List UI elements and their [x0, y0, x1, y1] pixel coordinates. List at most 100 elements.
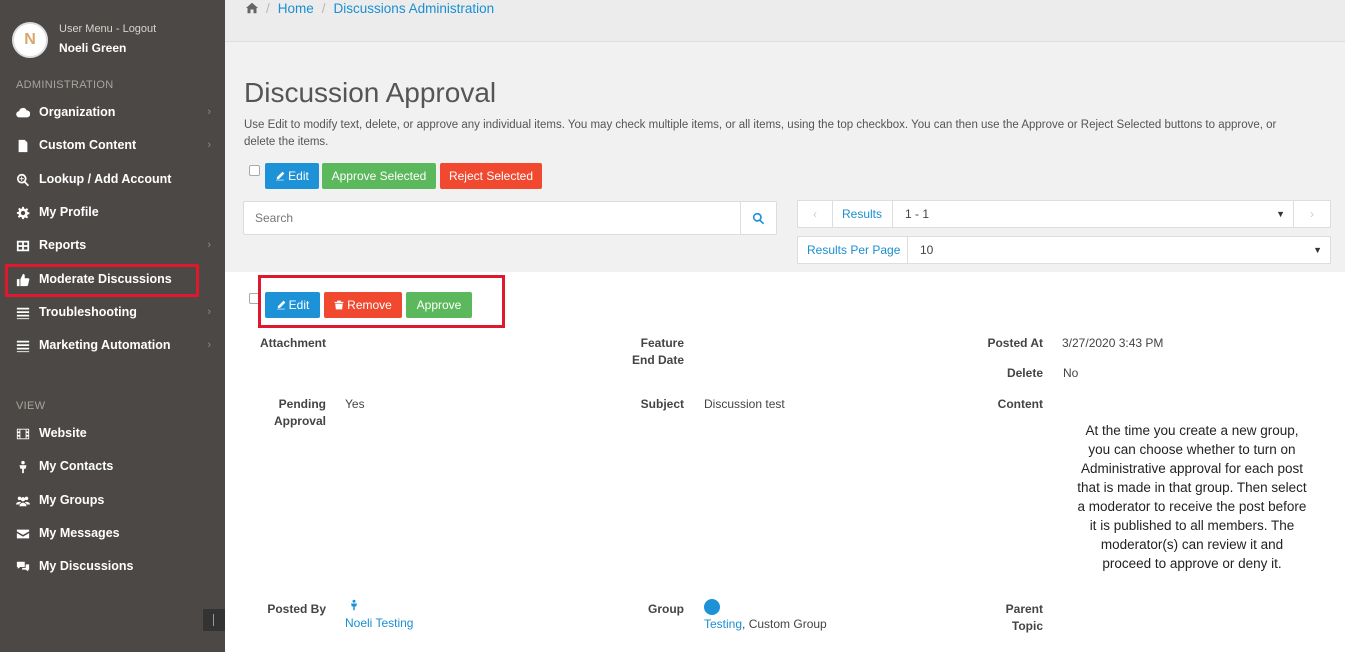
- avatar[interactable]: N: [12, 22, 48, 58]
- search-input[interactable]: [244, 202, 740, 234]
- pencil-icon: [276, 171, 285, 181]
- parent-topic-label-line1: Parent: [1005, 602, 1043, 616]
- parent-topic-label: Parent Topic: [1006, 601, 1043, 635]
- attachment-label: Attachment: [259, 336, 326, 350]
- sidebar-item-my-discussions[interactable]: My Discussions: [0, 552, 225, 582]
- sidebar-item-my-groups[interactable]: My Groups: [0, 486, 225, 516]
- content-label: Content: [997, 397, 1043, 411]
- home-icon[interactable]: [246, 0, 258, 17]
- results-range-select[interactable]: 1 - 1 ▼: [892, 200, 1294, 228]
- users-icon: [16, 494, 30, 508]
- user-menu-logout-link[interactable]: User Menu - Logout: [59, 23, 156, 35]
- sidebar-item-website[interactable]: Website: [0, 419, 225, 449]
- file-icon: [16, 139, 30, 153]
- sidebar-item-custom-content[interactable]: Custom Content ›: [0, 131, 225, 161]
- posted-by-label: Posted By: [267, 602, 326, 616]
- breadcrumb-bar: / Home / Discussions Administration: [225, 0, 1345, 42]
- page-title: Discussion Approval: [244, 77, 497, 108]
- feature-end-date-label: Feature End Date: [632, 335, 684, 369]
- reject-selected-button[interactable]: Reject Selected: [440, 163, 542, 189]
- section-label-view: VIEW: [16, 400, 46, 412]
- next-page-button[interactable]: ›: [1293, 200, 1331, 228]
- sidebar-item-label: Reports: [39, 238, 87, 252]
- select-all-checkbox[interactable]: [249, 165, 260, 176]
- search-icon: [752, 212, 765, 224]
- person-icon: [348, 599, 413, 615]
- sidebar-item-my-messages[interactable]: My Messages: [0, 519, 225, 549]
- edit-button[interactable]: Edit: [265, 163, 319, 189]
- breadcrumb-home-link[interactable]: Home: [278, 1, 314, 16]
- sidebar-item-label: Lookup / Add Account: [39, 172, 172, 186]
- list-icon: [16, 306, 30, 320]
- sidebar-item-my-contacts[interactable]: My Contacts: [0, 452, 225, 482]
- caret-down-icon: ▼: [1313, 245, 1322, 255]
- sidebar-item-marketing-automation[interactable]: Marketing Automation ›: [0, 331, 225, 361]
- cloud-icon: [16, 106, 30, 120]
- group-chat-icon: [704, 599, 720, 615]
- sidebar-item-my-profile[interactable]: My Profile: [0, 198, 225, 228]
- gear-icon: [16, 206, 30, 220]
- chevron-right-icon: ›: [207, 139, 211, 151]
- results-range-value: 1 - 1: [905, 207, 930, 221]
- user-menu[interactable]: N User Menu - Logout Noeli Green: [12, 20, 217, 60]
- page-intro: Use Edit to modify text, delete, or appr…: [244, 119, 1277, 148]
- chevron-left-icon: ‹: [813, 207, 817, 221]
- sidebar-item-troubleshooting[interactable]: Troubleshooting ›: [0, 298, 225, 328]
- person-icon: [16, 460, 30, 474]
- highlight-box-sidebar: [5, 264, 199, 297]
- sidebar-item-label: Marketing Automation: [39, 338, 171, 352]
- sidebar-item-organization[interactable]: Organization ›: [0, 98, 225, 128]
- chevron-right-icon: ›: [207, 306, 211, 318]
- group-link[interactable]: Testing: [704, 617, 742, 631]
- posted-at-label: Posted At: [987, 336, 1043, 350]
- user-name: Noeli Green: [59, 41, 127, 55]
- collapse-icon: [213, 614, 219, 626]
- pending-approval-label: Pending Approval: [274, 396, 326, 430]
- results-per-page-value: 10: [920, 243, 934, 257]
- prev-page-button[interactable]: ‹: [797, 200, 833, 228]
- results-pager: ‹ Results 1 - 1 ▼ ›: [797, 200, 1331, 228]
- pending-approval-label-line1: Pending: [278, 397, 326, 411]
- content-value: At the time you create a new group, you …: [1077, 423, 1307, 571]
- envelope-icon: [16, 527, 30, 541]
- subject-value: Discussion test: [704, 397, 785, 411]
- posted-at-value: 3/27/2020 3:43 PM: [1062, 336, 1164, 350]
- search-plus-icon: [16, 173, 30, 187]
- edit-button-label: Edit: [288, 169, 309, 183]
- breadcrumb-separator: /: [321, 1, 326, 16]
- pending-approval-value: Yes: [345, 397, 365, 411]
- breadcrumb-current-link[interactable]: Discussions Administration: [334, 1, 495, 16]
- posted-by-link[interactable]: Noeli Testing: [345, 616, 413, 630]
- caret-down-icon: ▼: [1276, 209, 1285, 219]
- results-per-page: Results Per Page 10 ▼: [797, 236, 1331, 264]
- delete-label: Delete: [1006, 366, 1043, 380]
- chevron-right-icon: ›: [1310, 207, 1314, 221]
- chevron-right-icon: ›: [207, 106, 211, 118]
- breadcrumb: / Home / Discussions Administration: [246, 0, 494, 17]
- search-button[interactable]: [740, 202, 776, 234]
- parent-topic-label-line2: Topic: [1011, 619, 1043, 633]
- sidebar-item-reports[interactable]: Reports ›: [0, 231, 225, 261]
- group-label: Group: [648, 602, 684, 616]
- group-value: Testing, Custom Group: [704, 599, 827, 633]
- posted-by-value: Noeli Testing: [345, 599, 413, 632]
- sidebar-item-label: Troubleshooting: [39, 305, 137, 319]
- results-per-page-select[interactable]: 10 ▼: [907, 236, 1331, 264]
- feature-end-date-label-line2: End Date: [631, 353, 684, 367]
- sidebar-item-label: My Contacts: [39, 459, 114, 473]
- sidebar-item-label: My Discussions: [39, 559, 134, 573]
- sidebar-item-label: My Groups: [39, 493, 105, 507]
- chevron-right-icon: ›: [207, 339, 211, 351]
- sidebar-item-label: My Profile: [39, 205, 99, 219]
- approve-selected-button[interactable]: Approve Selected: [322, 163, 436, 189]
- group-type: , Custom Group: [742, 617, 827, 631]
- sidebar-item-label: Custom Content: [39, 138, 137, 152]
- chevron-right-icon: ›: [207, 239, 211, 251]
- comments-icon: [16, 560, 30, 574]
- sidebar-item-lookup-add-account[interactable]: Lookup / Add Account: [0, 165, 225, 195]
- sidebar-collapse-button[interactable]: [203, 609, 225, 631]
- highlight-box-record-actions: [258, 275, 505, 328]
- table-icon: [16, 239, 30, 253]
- results-label: Results: [832, 200, 893, 228]
- breadcrumb-separator: /: [266, 1, 270, 16]
